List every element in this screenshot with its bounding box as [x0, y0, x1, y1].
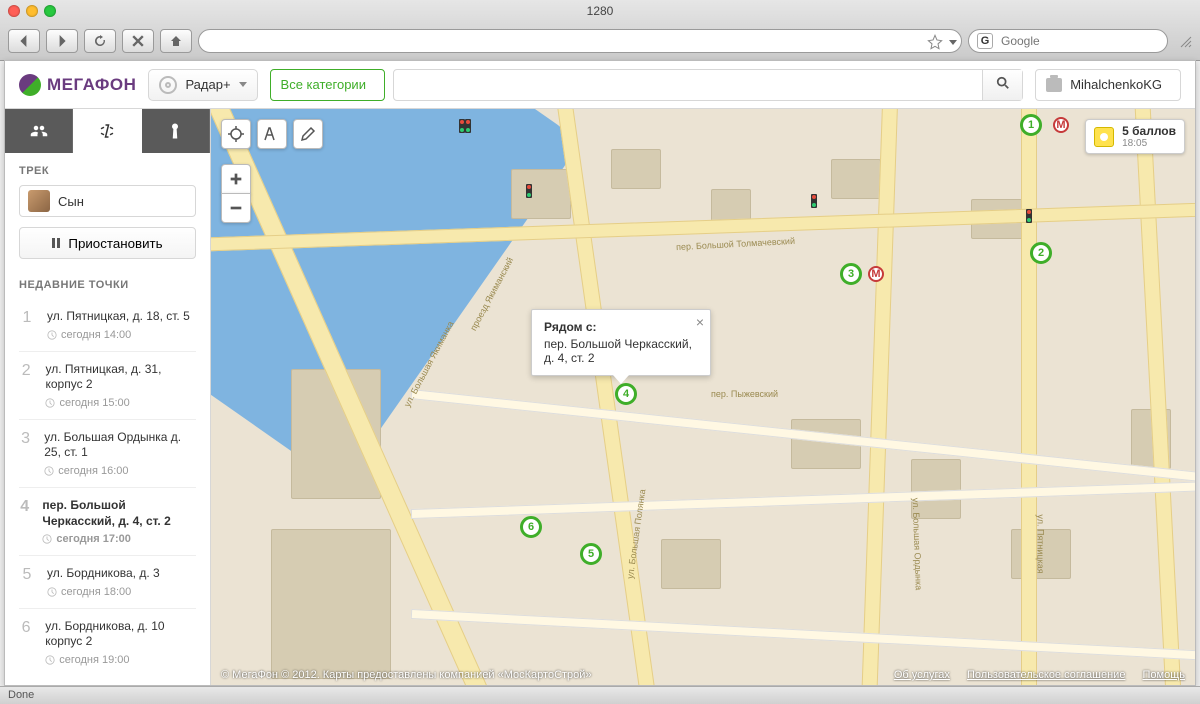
recent-point[interactable]: 5 ул. Бордникова, д. 3 сегодня 18:00 — [19, 555, 196, 608]
map-marker[interactable]: 2 — [1030, 242, 1052, 264]
map-marker[interactable]: 3 — [840, 263, 862, 285]
point-time: сегодня 19:00 — [45, 654, 196, 666]
user-menu[interactable]: MihalchenkoKG — [1035, 69, 1181, 101]
recent-point[interactable]: 6 ул. Бордникова, д. 10 корпус 2 сегодня 1… — [19, 608, 196, 676]
chevron-down-icon — [239, 82, 247, 87]
edit-button[interactable] — [293, 119, 323, 149]
tab-routes[interactable] — [73, 109, 141, 153]
categories-dropdown[interactable]: Все категории — [270, 69, 385, 101]
map-marker[interactable]: 5 — [580, 543, 602, 565]
radar-dropdown[interactable]: Радар+ — [148, 69, 257, 101]
point-address: ул. Пятницкая, д. 18, ст. 5 — [47, 309, 190, 325]
browser-search[interactable]: G — [968, 29, 1168, 53]
person-name: Сын — [58, 194, 84, 209]
recent-section-title: НЕДАВНИЕ ТОЧКИ — [19, 279, 196, 291]
point-number: 6 — [19, 619, 33, 666]
zoom-out-button[interactable] — [221, 193, 251, 223]
sidebar-tabs — [5, 109, 210, 153]
balloon-address: пер. Большой Черкасский, д. 4, ст. 2 — [544, 337, 698, 365]
point-time: сегодня 14:00 — [47, 329, 190, 341]
traffic-badge[interactable]: 5 баллов 18:05 — [1085, 119, 1185, 154]
point-time: сегодня 16:00 — [44, 465, 196, 477]
radar-icon — [159, 76, 177, 94]
tab-people[interactable] — [5, 109, 73, 153]
footer-link-agreement[interactable]: Пользовательское соглашение — [967, 669, 1125, 681]
pause-button[interactable]: Приостановить — [19, 227, 196, 259]
search-icon — [996, 76, 1010, 90]
point-address: ул. Большая Ордынка д. 25, ст. 1 — [44, 430, 196, 461]
map-footer: © МегаФон © 2012. Карты предоставлены ко… — [221, 669, 1185, 681]
point-address: ул. Бордникова, д. 3 — [47, 566, 160, 582]
traffic-light-icon — [1094, 127, 1114, 147]
balloon-lead: Рядом с: — [544, 320, 698, 334]
map-marker[interactable]: 6 — [520, 516, 542, 538]
radar-label: Радар+ — [185, 77, 230, 92]
recent-point[interactable]: 2 ул. Пятницкая, д. 31, корпус 2 сегодня 1… — [19, 351, 196, 419]
person-avatar — [28, 190, 50, 212]
point-address: ул. Пятницкая, д. 31, корпус 2 — [45, 362, 196, 393]
app-window: МЕГАФОН Радар+ Все категории Mihalchenko… — [4, 60, 1196, 686]
traffic-time: 18:05 — [1122, 138, 1176, 149]
map-balloon: × Рядом с: пер. Большой Черкасский, д. 4… — [531, 309, 711, 376]
app-search-input[interactable] — [394, 77, 982, 92]
logo-icon — [19, 74, 41, 96]
window-title: 1280 — [0, 4, 1200, 18]
megafon-logo[interactable]: МЕГАФОН — [19, 74, 136, 96]
tab-settings[interactable] — [142, 109, 210, 153]
traffic-score: 5 баллов — [1122, 124, 1176, 138]
browser-search-input[interactable] — [999, 33, 1159, 49]
point-address: ул. Бордникова, д. 10 корпус 2 — [45, 619, 196, 650]
metro-icon: М — [1053, 117, 1069, 133]
address-bar[interactable] — [198, 29, 962, 53]
point-number: 1 — [19, 309, 35, 341]
pause-icon — [52, 238, 60, 248]
track-section-title: ТРЕК — [19, 165, 196, 177]
point-number: 4 — [19, 498, 30, 545]
forward-button[interactable] — [46, 29, 78, 53]
pause-label: Приостановить — [68, 236, 162, 251]
sidebar: ТРЕК Сын Приостановить НЕДАВНИЕ ТОЧКИ 1у… — [5, 109, 211, 685]
browser-status-bar: Done — [0, 686, 1200, 704]
reload-button[interactable] — [84, 29, 116, 53]
user-name: MihalchenkoKG — [1070, 77, 1162, 92]
map-copyright: © МегаФон © 2012. Карты предоставлены ко… — [221, 669, 592, 681]
home-button[interactable] — [160, 29, 192, 53]
map-view[interactable]: 5 баллов 18:05 — [211, 109, 1195, 685]
point-time: сегодня 18:00 — [47, 586, 160, 598]
camera-icon — [1046, 78, 1062, 92]
person-dropdown[interactable]: Сын — [19, 185, 196, 217]
app-search — [393, 69, 1023, 101]
point-time: сегодня 15:00 — [45, 397, 196, 409]
resize-handle-icon — [1178, 34, 1192, 48]
map-marker[interactable]: 4 — [615, 383, 637, 405]
locate-button[interactable] — [221, 119, 251, 149]
map-marker[interactable]: 1 — [1020, 114, 1042, 136]
point-number: 3 — [19, 430, 32, 477]
google-icon: G — [977, 33, 993, 49]
app-header: МЕГАФОН Радар+ Все категории Mihalchenko… — [5, 61, 1195, 109]
bookmark-star-icon[interactable] — [927, 34, 943, 50]
logo-text: МЕГАФОН — [47, 75, 136, 95]
zoom-in-button[interactable] — [221, 164, 251, 194]
balloon-close[interactable]: × — [696, 314, 704, 330]
point-address: пер. Большой Черкасский, д. 4, ст. 2 — [42, 498, 196, 529]
point-time: сегодня 17:00 — [42, 533, 196, 545]
stop-button[interactable] — [122, 29, 154, 53]
metro-icon: М — [868, 266, 884, 282]
bookmark-dropdown-icon[interactable] — [949, 40, 957, 45]
point-number: 5 — [19, 566, 35, 598]
app-search-button[interactable] — [982, 70, 1022, 100]
categories-label: Все категории — [281, 77, 366, 92]
ruler-button[interactable] — [257, 119, 287, 149]
footer-link-help[interactable]: Помощь — [1143, 669, 1186, 681]
status-text: Done — [8, 689, 34, 701]
browser-chrome: 1280 G — [0, 0, 1200, 61]
back-button[interactable] — [8, 29, 40, 53]
recent-point[interactable]: 1 ул. Пятницкая, д. 18, ст. 5 сегодня 14:0… — [19, 299, 196, 351]
point-number: 2 — [19, 362, 33, 409]
footer-link-services[interactable]: Об услугах — [894, 669, 950, 681]
recent-point[interactable]: 4 пер. Большой Черкасский, д. 4, ст. 2 сег… — [19, 487, 196, 555]
recent-point[interactable]: 3 ул. Большая Ордынка д. 25, ст. 1 сегодня… — [19, 419, 196, 487]
